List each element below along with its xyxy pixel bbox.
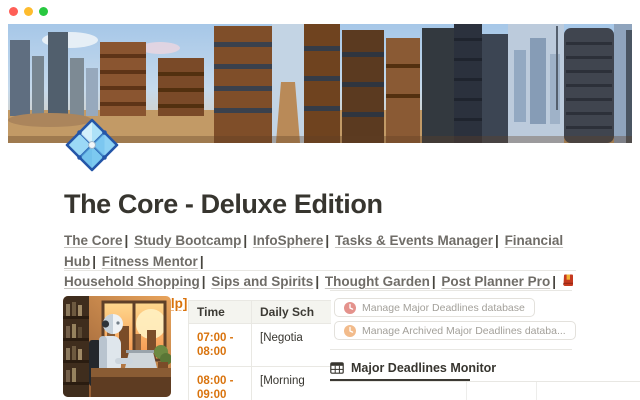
nav-separator: | — [123, 233, 131, 248]
table-row: 08:00 - 09:00 [Morning — [189, 367, 331, 400]
button-label: Manage Archived Major Deadlines databa..… — [362, 325, 566, 337]
nav-link-fitness-mentor[interactable]: Fitness Mentor — [102, 254, 198, 269]
table-row: 07:00 - 08:00 [Negotia — [189, 324, 331, 367]
table-grid-icon — [330, 362, 344, 374]
clock-red-icon — [344, 302, 356, 314]
nav-separator: | — [241, 233, 249, 248]
column-header-daily-schedule[interactable]: Daily Sch — [252, 301, 331, 324]
notion-app-window: { "window_controls": { "close_color": "#… — [0, 0, 640, 400]
nav-separator: | — [430, 274, 438, 289]
nav-link-post-planner-pro[interactable]: Post Planner Pro — [441, 274, 550, 289]
page-icon-diamond-gem[interactable] — [64, 117, 120, 173]
nav-separator: | — [90, 254, 98, 269]
right-column-divider-bottom — [330, 349, 572, 350]
tab-major-deadlines-monitor[interactable]: Major Deadlines Monitor — [330, 361, 496, 375]
nav-link-study-bootcamp[interactable]: Study Bootcamp — [134, 233, 241, 248]
table-header-row: Time Daily Sch — [189, 301, 331, 324]
minimize-button[interactable] — [24, 7, 33, 16]
nav-link-the-core[interactable]: The Core — [64, 233, 123, 248]
right-column-divider-top — [330, 290, 572, 291]
nav-separator: | — [313, 274, 321, 289]
clock-orange-icon — [344, 325, 356, 337]
nav-separator: | — [323, 233, 331, 248]
nav-separator: | — [493, 233, 501, 248]
tab-label: Major Deadlines Monitor — [351, 361, 496, 375]
time-cell[interactable]: 08:00 - 09:00 — [189, 367, 252, 400]
close-button[interactable] — [9, 7, 18, 16]
monitor-table-column-divider — [536, 382, 537, 400]
nav-separator: | — [200, 274, 208, 289]
nav-separator: | — [198, 254, 206, 269]
nav-link-infosphere[interactable]: InfoSphere — [253, 233, 324, 248]
robot-illustration — [63, 296, 171, 397]
tab-baseline — [330, 381, 640, 382]
monitor-table-column-divider — [466, 382, 467, 400]
diamond-gem-icon — [64, 117, 120, 173]
window-controls — [9, 7, 48, 16]
daily-schedule-table: Time Daily Sch 07:00 - 08:00 [Negotia 08… — [188, 300, 331, 400]
manage-archived-deadlines-button[interactable]: Manage Archived Major Deadlines databa..… — [334, 321, 576, 340]
nav-link-household-shopping[interactable]: Household Shopping — [64, 274, 200, 289]
nav-link-thought-garden[interactable]: Thought Garden — [325, 274, 430, 289]
nav-link-sips-and-spirits[interactable]: Sips and Spirits — [211, 274, 313, 289]
activity-cell[interactable]: [Morning — [252, 367, 331, 400]
button-label: Manage Major Deadlines database — [362, 302, 525, 314]
nav-separator: | — [550, 274, 558, 289]
nav-link-tasks-events-manager[interactable]: Tasks & Events Manager — [335, 233, 493, 248]
activity-cell[interactable]: [Negotia — [252, 324, 331, 367]
section-divider — [64, 270, 576, 271]
robot-desk-image — [63, 296, 171, 397]
column-header-time[interactable]: Time — [189, 301, 252, 324]
zoom-button[interactable] — [39, 7, 48, 16]
manage-deadlines-button[interactable]: Manage Major Deadlines database — [334, 298, 535, 317]
time-cell[interactable]: 07:00 - 08:00 — [189, 324, 252, 367]
page-title: The Core - Deluxe Edition — [64, 189, 383, 220]
